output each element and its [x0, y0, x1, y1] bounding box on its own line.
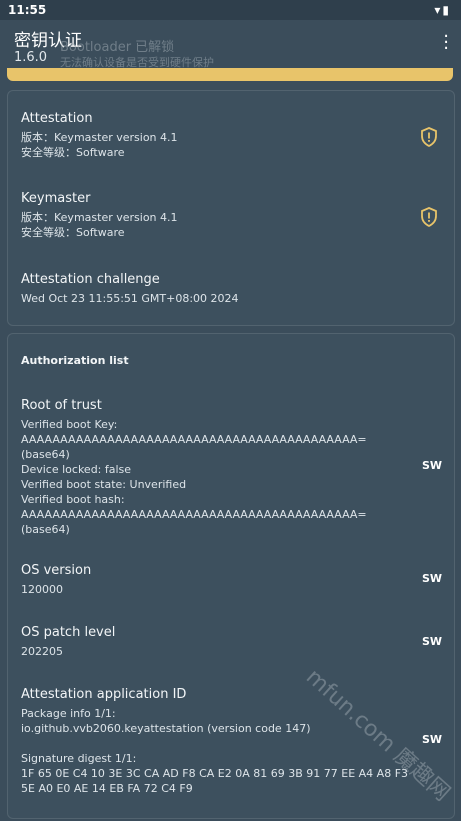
challenge-item[interactable]: Attestation challenge Wed Oct 23 11:55:5…: [21, 272, 441, 306]
root-of-trust-item[interactable]: Root of trust Verified boot Key: AAAAAAA…: [21, 398, 404, 537]
bootloader-banner: Bootloader 已解锁 无法确认设备是否受到硬件保护: [60, 36, 214, 69]
shield-warning-icon: [421, 207, 437, 227]
item-heading: Attestation application ID: [21, 687, 187, 702]
section-title: Authorization list: [21, 354, 129, 367]
warning-strip: [7, 68, 453, 81]
status-time: 11:55: [8, 3, 47, 17]
item-heading: Keymaster: [21, 191, 91, 206]
item-line: 版本：Keymaster version 4.1: [21, 131, 178, 144]
shield-warning-icon: [421, 127, 437, 147]
banner-line1: Bootloader 已解锁: [60, 40, 175, 55]
security-level-tag: SW: [421, 572, 442, 585]
battery-icon: ▮: [442, 3, 451, 17]
attestation-item[interactable]: Attestation 版本：Keymaster version 4.1 安全等…: [21, 111, 441, 160]
os-patch-level-item[interactable]: OS patch level 202205: [21, 625, 441, 659]
item-body: 202205: [21, 645, 63, 658]
item-heading: OS version: [21, 563, 92, 578]
item-heading: Attestation challenge: [21, 272, 160, 287]
item-line: Wed Oct 23 11:55:51 GMT+08:00 2024: [21, 292, 239, 305]
item-heading: Attestation: [21, 111, 93, 126]
security-level-tag: SW: [421, 733, 442, 746]
security-level-tag: SW: [421, 635, 442, 648]
item-line: 版本：Keymaster version 4.1: [21, 211, 178, 224]
item-heading: OS patch level: [21, 625, 116, 640]
item-line: 安全等级：Software: [21, 146, 125, 159]
app-version: 1.6.0: [14, 50, 48, 65]
item-line: 安全等级：Software: [21, 226, 125, 239]
item-heading: Root of trust: [21, 398, 102, 413]
overflow-menu-icon[interactable]: · · ·: [443, 28, 449, 58]
item-body: 120000: [21, 583, 63, 596]
security-level-tag: SW: [421, 459, 442, 472]
item-body: Verified boot Key: AAAAAAAAAAAAAAAAAAAAA…: [21, 418, 367, 536]
keymaster-item[interactable]: Keymaster 版本：Keymaster version 4.1 安全等级：…: [21, 191, 441, 240]
status-bar: 11:55 ▾▮: [0, 0, 461, 20]
status-icons: ▾▮: [434, 3, 451, 17]
attestation-card: Attestation 版本：Keymaster version 4.1 安全等…: [7, 90, 455, 326]
os-version-item[interactable]: OS version 120000: [21, 563, 441, 597]
